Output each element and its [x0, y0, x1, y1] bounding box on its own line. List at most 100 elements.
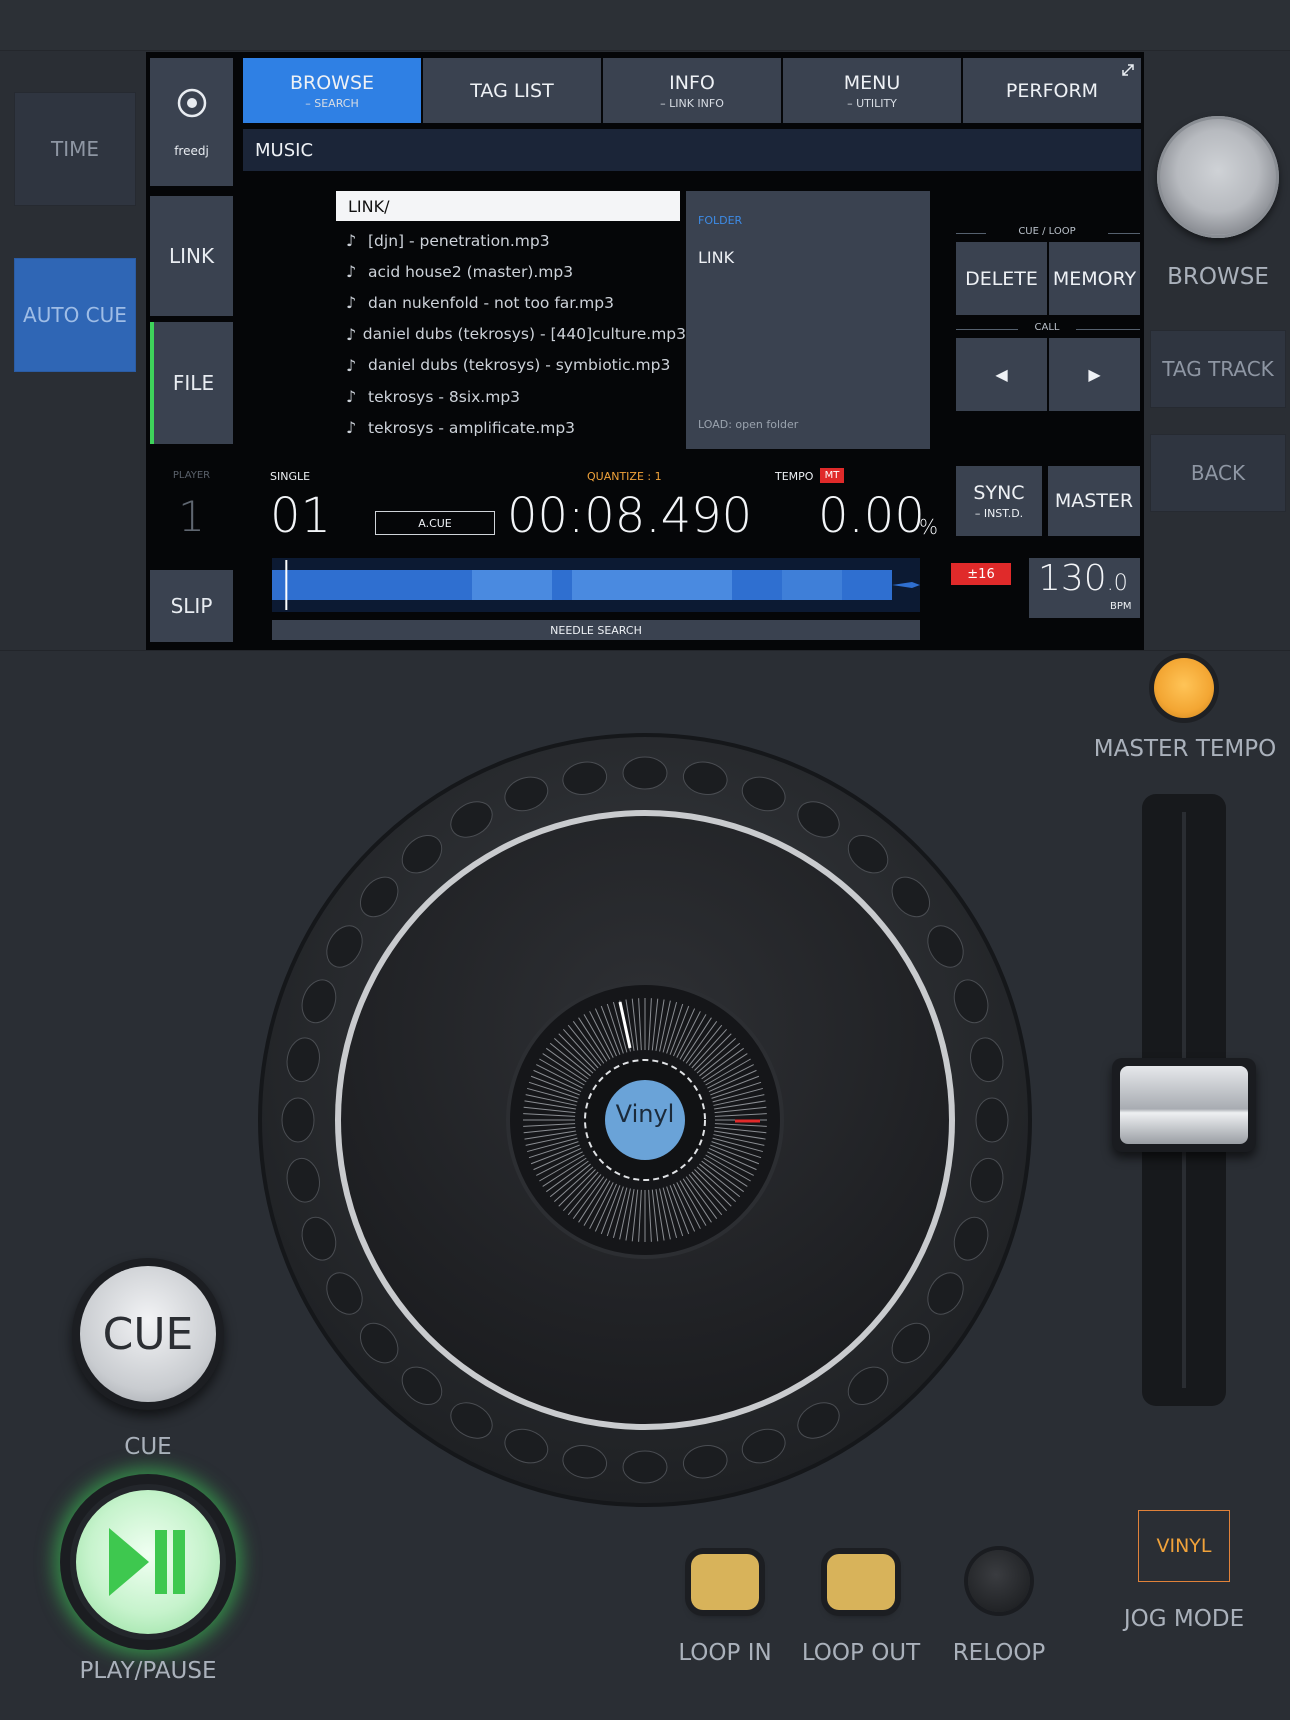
fader-cap-face: [1120, 1066, 1248, 1144]
file-name: dan nukenfold - not too far.mp3: [368, 293, 614, 312]
jog-dimple: [622, 756, 668, 790]
jog-mode-button[interactable]: VINYL: [1138, 1510, 1230, 1582]
music-note-icon: ♪: [346, 262, 357, 282]
play-mode-label: SINGLE: [270, 470, 311, 483]
top-strip: [0, 0, 1290, 51]
a-cue-indicator: A.CUE: [375, 511, 495, 535]
sync-button[interactable]: SYNC – INST.D.: [956, 466, 1042, 536]
browse-label: BROWSE: [1167, 264, 1269, 290]
player-label: PLAYER: [172, 470, 211, 481]
delete-button[interactable]: DELETE: [956, 242, 1047, 315]
file-list: ♪ [djn] - penetration.mp3 ♪ acid house2 (m…: [346, 225, 686, 443]
jog-mode-label: JOG MODE: [1123, 1606, 1245, 1632]
platter-label: Vinyl: [615, 1100, 675, 1128]
bpm-decimal: .0: [1106, 571, 1128, 596]
file-button[interactable]: FILE: [150, 322, 233, 444]
loop-out-label: LOOP OUT: [801, 1640, 921, 1666]
tempo-range-badge: ±16: [951, 563, 1011, 585]
sync-label: SYNC: [973, 482, 1025, 504]
play-pause-label: PLAY/PAUSE: [79, 1658, 217, 1684]
triangle-right-icon: ▶: [1088, 365, 1101, 384]
loop-out-button[interactable]: [827, 1554, 895, 1610]
folder-info-panel: [686, 191, 930, 449]
group-line: [956, 233, 986, 234]
auto-cue-button[interactable]: AUTO CUE: [14, 258, 136, 372]
file-name: daniel dubs (tekrosys) - [440]culture.mp…: [362, 325, 686, 344]
bpm-integer: 130: [1038, 558, 1107, 599]
reloop-label: RELOOP: [952, 1640, 1046, 1666]
list-item[interactable]: ♪ daniel dubs (tekrosys) - symbiotic.mp3: [346, 350, 686, 381]
tab-perform-label: PERFORM: [1005, 79, 1099, 102]
cue-label: CUE: [124, 1434, 172, 1460]
tab-tag-list[interactable]: TAG LIST: [423, 58, 601, 123]
music-note-icon: ♪: [346, 355, 357, 375]
music-note-icon: ♪: [346, 293, 357, 313]
cue-button[interactable]: CUE: [80, 1266, 216, 1402]
master-tempo-button[interactable]: [1154, 658, 1214, 718]
tempo-label: TEMPO: [775, 470, 814, 483]
player-number: 1: [178, 492, 205, 541]
loop-in-label: LOOP IN: [678, 1640, 772, 1666]
time-button[interactable]: TIME: [14, 92, 136, 206]
source-button[interactable]: freedj: [150, 58, 233, 186]
music-header: MUSIC: [243, 129, 1141, 171]
master-button[interactable]: MASTER: [1048, 466, 1140, 536]
play-pause-button[interactable]: [76, 1490, 220, 1634]
quantize-label: QUANTIZE : 1: [587, 470, 662, 483]
expand-icon[interactable]: [1120, 62, 1136, 78]
jog-dimple: [975, 1097, 1009, 1143]
tab-menu-label: MENU: [843, 71, 901, 94]
list-item[interactable]: ♪ acid house2 (master).mp3: [346, 256, 686, 287]
group-line: [1076, 329, 1140, 330]
slip-button[interactable]: SLIP: [150, 570, 233, 642]
tab-tag-list-label: TAG LIST: [470, 79, 554, 102]
disc-icon: [177, 88, 206, 118]
tab-menu[interactable]: MENU – UTILITY: [783, 58, 961, 123]
memory-button[interactable]: MEMORY: [1049, 242, 1140, 315]
group-line: [1108, 233, 1140, 234]
waveform[interactable]: [272, 558, 920, 612]
tab-info[interactable]: INFO – LINK INFO: [603, 58, 781, 123]
tempo-unit: %: [919, 515, 939, 539]
music-note-icon: ♪: [346, 231, 357, 251]
waveform-graphic: [272, 560, 920, 610]
tab-browse-sub: – SEARCH: [305, 96, 359, 110]
call-prev-button[interactable]: ◀: [956, 338, 1047, 411]
tag-track-button[interactable]: TAG TRACK: [1150, 330, 1286, 408]
pitch-fader-handle[interactable]: [1112, 1058, 1256, 1152]
folder-name: LINK: [698, 248, 735, 267]
list-item[interactable]: ♪ [djn] - penetration.mp3: [346, 225, 686, 256]
bpm-label: BPM: [1110, 601, 1132, 612]
tab-perform[interactable]: PERFORM: [963, 58, 1141, 123]
file-name: tekrosys - amplificate.mp3: [368, 418, 576, 437]
list-item[interactable]: ♪ tekrosys - amplificate.mp3: [346, 412, 686, 443]
music-note-icon: ♪: [346, 418, 357, 438]
browse-knob[interactable]: [1157, 116, 1279, 238]
tempo-value: 0.00: [818, 488, 925, 544]
call-label: CALL: [1034, 322, 1060, 333]
music-note-icon: ♪: [346, 324, 357, 344]
list-item[interactable]: ♪ tekrosys - 8six.mp3: [346, 381, 686, 412]
needle-search-bar[interactable]: NEEDLE SEARCH: [272, 620, 920, 640]
link-button[interactable]: LINK: [150, 196, 233, 316]
play-pause-icon: [109, 1528, 185, 1596]
call-next-button[interactable]: ▶: [1049, 338, 1140, 411]
triangle-left-icon: ◀: [995, 365, 1008, 384]
list-item[interactable]: ♪ daniel dubs (tekrosys) - [440]culture.m…: [346, 319, 686, 350]
tab-browse-label: BROWSE: [289, 71, 375, 94]
divider: [0, 650, 1290, 651]
cue-loop-label: CUE / LOOP: [1018, 226, 1076, 237]
source-label: freedj: [174, 144, 209, 158]
loop-in-button[interactable]: [691, 1554, 759, 1610]
path-bar[interactable]: LINK/: [336, 191, 680, 221]
time-display: 00:08.490: [507, 488, 753, 544]
jog-dimple: [281, 1097, 315, 1143]
master-tempo-label: MASTER TEMPO: [1093, 736, 1277, 762]
tab-menu-sub: – UTILITY: [847, 96, 897, 110]
tab-browse[interactable]: BROWSE – SEARCH: [243, 58, 421, 123]
tab-info-sub: – LINK INFO: [660, 96, 724, 110]
reloop-button[interactable]: [968, 1550, 1030, 1612]
list-item[interactable]: ♪ dan nukenfold - not too far.mp3: [346, 287, 686, 318]
jog-dimple: [622, 1450, 668, 1484]
back-button[interactable]: BACK: [1150, 434, 1286, 512]
